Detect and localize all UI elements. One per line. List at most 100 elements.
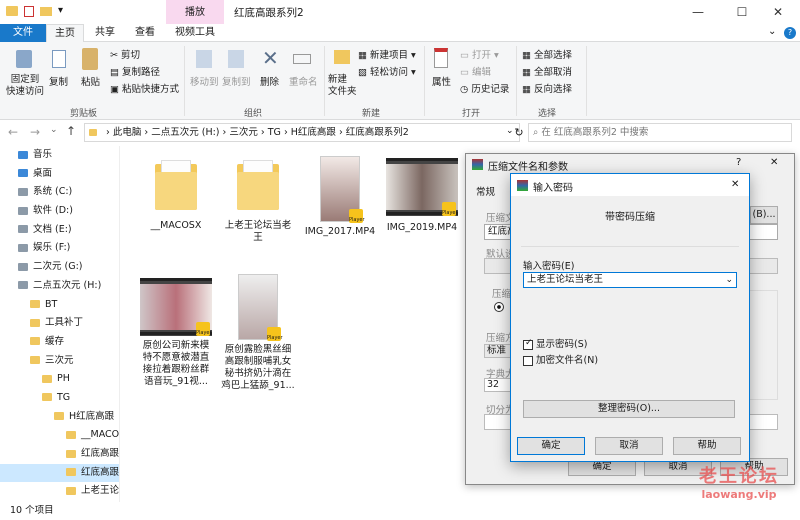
nav-item[interactable]: PH: [0, 370, 119, 389]
breadcrumb-drive-h[interactable]: 二点五次元 (H:): [151, 127, 219, 138]
folder-icon: [235, 158, 281, 214]
qat-save-icon[interactable]: [24, 6, 34, 17]
help-icon[interactable]: ?: [784, 27, 796, 39]
password-cancel-button[interactable]: 取消: [595, 437, 663, 455]
breadcrumb-current[interactable]: 红底高跟系列2: [346, 127, 409, 138]
file-item-video[interactable]: Player 原创露脸黑丝细 高跟制服哺乳女 秘书挤奶汁滴在 鸡巴上猛舔_91.…: [218, 274, 298, 392]
history-button[interactable]: ◷ 历史记录: [460, 81, 509, 95]
delete-button[interactable]: 删除: [260, 74, 279, 88]
file-item-video[interactable]: Player IMG_2019.MP4: [382, 158, 462, 234]
nav-item-label: 桌面: [33, 167, 53, 179]
dropdown-chevron-icon[interactable]: ⌄: [725, 273, 733, 287]
recent-chevron-icon[interactable]: ⌄: [50, 125, 58, 135]
search-input[interactable]: ⌕ 在 红底高跟系列2 中搜索: [528, 123, 792, 142]
help-chevron-icon[interactable]: ⌄: [768, 26, 776, 37]
new-item-button[interactable]: ▦ 新建项目 ▾: [358, 47, 416, 61]
nav-item[interactable]: 上老王论坛: [0, 482, 119, 501]
breadcrumb-this-pc[interactable]: 此电脑: [113, 127, 142, 138]
nav-item[interactable]: 三次元: [0, 352, 119, 371]
status-bar: 10 个项目: [0, 502, 800, 520]
password-input[interactable]: 上老王论坛当老王 ⌄: [523, 272, 737, 288]
paste-button[interactable]: 粘贴: [81, 74, 100, 88]
rename-button[interactable]: 重命名: [289, 74, 318, 88]
breadcrumb-tg[interactable]: TG: [268, 127, 281, 138]
select-none-button[interactable]: ▦ 全部取消: [522, 64, 572, 78]
copy-path-button[interactable]: ▤ 复制路径: [110, 64, 160, 78]
organize-passwords-button[interactable]: 整理密码(O)...: [523, 400, 735, 418]
refresh-icon[interactable]: ↻: [510, 123, 528, 142]
properties-button[interactable]: 属性: [432, 74, 451, 88]
nav-item[interactable]: 软件 (D:): [0, 202, 119, 221]
nav-item[interactable]: 红底高跟系: [0, 445, 119, 464]
file-item-video[interactable]: Player IMG_2017.MP4: [300, 156, 380, 238]
file-item-folder[interactable]: 上老王论坛当老 王: [218, 158, 298, 244]
move-to-button[interactable]: 移动到: [190, 74, 219, 88]
nav-item[interactable]: __MACOS: [0, 426, 119, 445]
nav-item[interactable]: 红底高跟系: [0, 463, 119, 483]
paste-shortcut-button[interactable]: ▣ 粘贴快捷方式: [110, 81, 179, 95]
tab-home[interactable]: 主页: [46, 24, 84, 42]
invert-selection-button[interactable]: ▦ 反向选择: [522, 81, 572, 95]
file-item-video[interactable]: Player 原创公司新来模 特不愿意被潜直 接拉着跟粉丝群 语音玩_91视..…: [136, 278, 216, 388]
breadcrumb-sep: ›: [283, 127, 291, 138]
dialog-help-button[interactable]: ?: [736, 157, 741, 168]
password-ok-button[interactable]: 确定: [517, 437, 585, 455]
qat-folder-icon[interactable]: [40, 7, 52, 16]
nav-item[interactable]: 娱乐 (F:): [0, 239, 119, 258]
edit-button[interactable]: ▭ 编辑: [460, 64, 491, 78]
breadcrumb-h-hongdi[interactable]: H红底高跟: [291, 127, 336, 138]
file-name: IMG_2017.MP4: [304, 226, 376, 237]
tab-video-tools[interactable]: 视频工具: [166, 24, 224, 42]
select-all-button[interactable]: ▦ 全部选择: [522, 47, 572, 61]
up-arrow-icon[interactable]: ↑: [66, 124, 76, 138]
pin-to-quick-access-button[interactable]: 固定到 快速访问: [5, 74, 45, 98]
nav-item[interactable]: 文档 (E:): [0, 221, 119, 240]
forward-arrow-icon[interactable]: →: [30, 125, 40, 139]
format-radio[interactable]: [494, 302, 504, 312]
folder-icon: [30, 337, 40, 346]
tab-share[interactable]: 共享: [86, 24, 124, 42]
open-button[interactable]: ▭ 打开 ▾: [460, 47, 499, 61]
nav-item[interactable]: 二点五次元 (H:): [0, 277, 119, 296]
player-badge-icon: Player: [349, 209, 365, 223]
nav-item[interactable]: 桌面: [0, 165, 119, 184]
minimize-button[interactable]: —: [676, 0, 720, 24]
close-button[interactable]: ✕: [756, 0, 800, 24]
new-folder-button[interactable]: 新建 文件夹: [328, 74, 357, 98]
address-bar[interactable]: › 此电脑 › 二点五次元 (H:) › 三次元 › TG › H红底高跟 › …: [84, 123, 520, 142]
nav-item-label: 工具补丁: [45, 317, 84, 329]
password-field-label: 输入密码(E): [523, 261, 575, 272]
tab-file[interactable]: 文件: [0, 24, 46, 42]
qat-dropdown[interactable]: ▾: [58, 5, 63, 16]
nav-item[interactable]: 二次元 (G:): [0, 258, 119, 277]
nav-item[interactable]: BT: [0, 296, 119, 315]
breadcrumb-sanciyuan[interactable]: 三次元: [229, 127, 258, 138]
dialog-close-button[interactable]: ✕: [770, 157, 778, 168]
copy-button[interactable]: 复制: [49, 74, 68, 88]
password-dialog: 输入密码 ✕ 带密码压缩 输入密码(E) 上老王论坛当老王 ⌄ ✓ 显示密码(S…: [510, 173, 750, 462]
file-item-folder[interactable]: __MACOSX: [136, 158, 216, 232]
title-bar: ▾ 播放 红底高跟系列2 — ☐ ✕: [0, 0, 800, 24]
nav-item[interactable]: H红底高跟: [0, 408, 119, 427]
easy-access-button[interactable]: ▧ 轻松访问 ▾: [358, 64, 416, 78]
password-close-button[interactable]: ✕: [731, 179, 739, 190]
tab-view[interactable]: 查看: [126, 24, 164, 42]
nav-item[interactable]: TG: [0, 389, 119, 408]
nav-item[interactable]: 音乐: [0, 146, 119, 165]
show-password-checkbox[interactable]: ✓ 显示密码(S): [523, 336, 587, 350]
encrypt-names-checkbox[interactable]: 加密文件名(N): [523, 352, 598, 366]
drive-icon: [18, 206, 28, 215]
copy-to-button[interactable]: 复制到: [222, 74, 251, 88]
nav-item[interactable]: 缓存: [0, 333, 119, 352]
divider: [521, 246, 739, 247]
tab-general[interactable]: 常规: [476, 184, 495, 198]
cut-button[interactable]: ✂ 剪切: [110, 47, 140, 61]
browse-button[interactable]: (B)...: [750, 206, 778, 224]
password-help-button[interactable]: 帮助: [673, 437, 741, 455]
shortcut-icon: ▣: [110, 84, 122, 95]
nav-item[interactable]: 系统 (C:): [0, 183, 119, 202]
nav-item[interactable]: 工具补丁: [0, 314, 119, 333]
player-badge-icon: Player: [196, 322, 212, 336]
nav-item-label: TG: [57, 391, 71, 403]
back-arrow-icon[interactable]: ←: [8, 125, 18, 139]
